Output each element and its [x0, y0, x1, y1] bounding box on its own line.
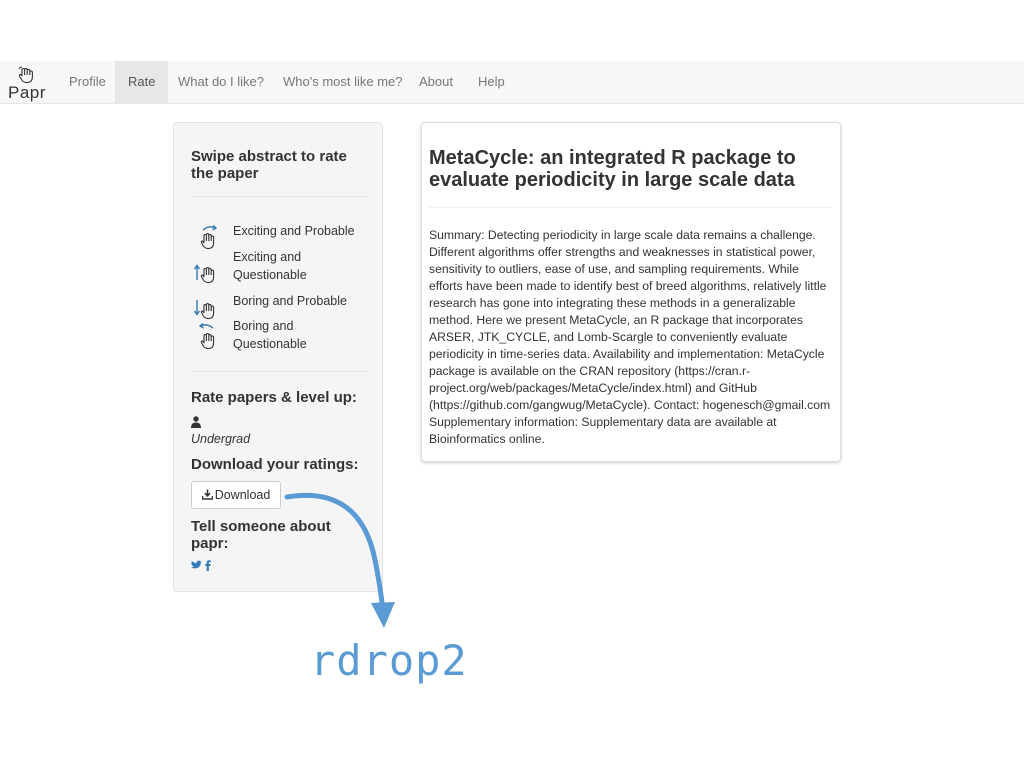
sidebar-panel: Swipe abstract to rate the paper Excitin…	[173, 122, 383, 592]
divider	[429, 207, 832, 208]
swipe-instructions-title: Swipe abstract to rate the paper	[191, 148, 347, 182]
brand-logo[interactable]: Papr	[8, 64, 48, 102]
paper-card[interactable]: MetaCycle: an integrated R package to ev…	[421, 122, 841, 462]
level-heading: Rate papers & level up:	[191, 389, 357, 406]
nav-help[interactable]: Help	[465, 61, 518, 103]
download-icon	[201, 489, 213, 500]
divider	[191, 196, 367, 197]
twitter-icon[interactable]	[191, 560, 202, 570]
brand-name: Papr	[8, 83, 46, 102]
swipe-right-icon	[200, 224, 218, 250]
download-heading: Download your ratings:	[191, 456, 359, 473]
divider	[191, 371, 367, 372]
paper-title: MetaCycle: an integrated R package to ev…	[429, 147, 796, 191]
nav-what-do-i-like[interactable]: What do I like?	[165, 61, 277, 103]
nav-rate[interactable]: Rate	[115, 61, 169, 103]
gesture-label: Exciting and Probable	[233, 224, 355, 238]
swipe-up-icon	[193, 264, 215, 284]
swipe-left-icon	[198, 322, 215, 350]
user-icon	[191, 416, 201, 428]
swipe-down-icon	[193, 300, 215, 320]
annotation-label: rdrop2	[310, 636, 468, 685]
hand-icon	[18, 66, 33, 84]
gesture-label: Exciting and Questionable	[233, 250, 307, 282]
gesture-label: Boring and Probable	[233, 294, 347, 308]
nav-about[interactable]: About	[406, 61, 466, 103]
nav-profile[interactable]: Profile	[56, 61, 119, 103]
gesture-label: Boring and Questionable	[233, 319, 307, 351]
download-button[interactable]: Download	[191, 481, 281, 509]
user-level: Undergrad	[191, 432, 251, 446]
share-heading: Tell someone about papr:	[191, 518, 331, 552]
facebook-icon[interactable]	[205, 560, 211, 571]
nav-whos-most-like-me[interactable]: Who's most like me?	[270, 61, 416, 103]
paper-abstract: Summary: Detecting periodicity in large …	[429, 228, 831, 446]
download-button-label: Download	[214, 488, 271, 502]
navbar: Papr Profile Rate What do I like? Who's …	[0, 61, 1024, 104]
